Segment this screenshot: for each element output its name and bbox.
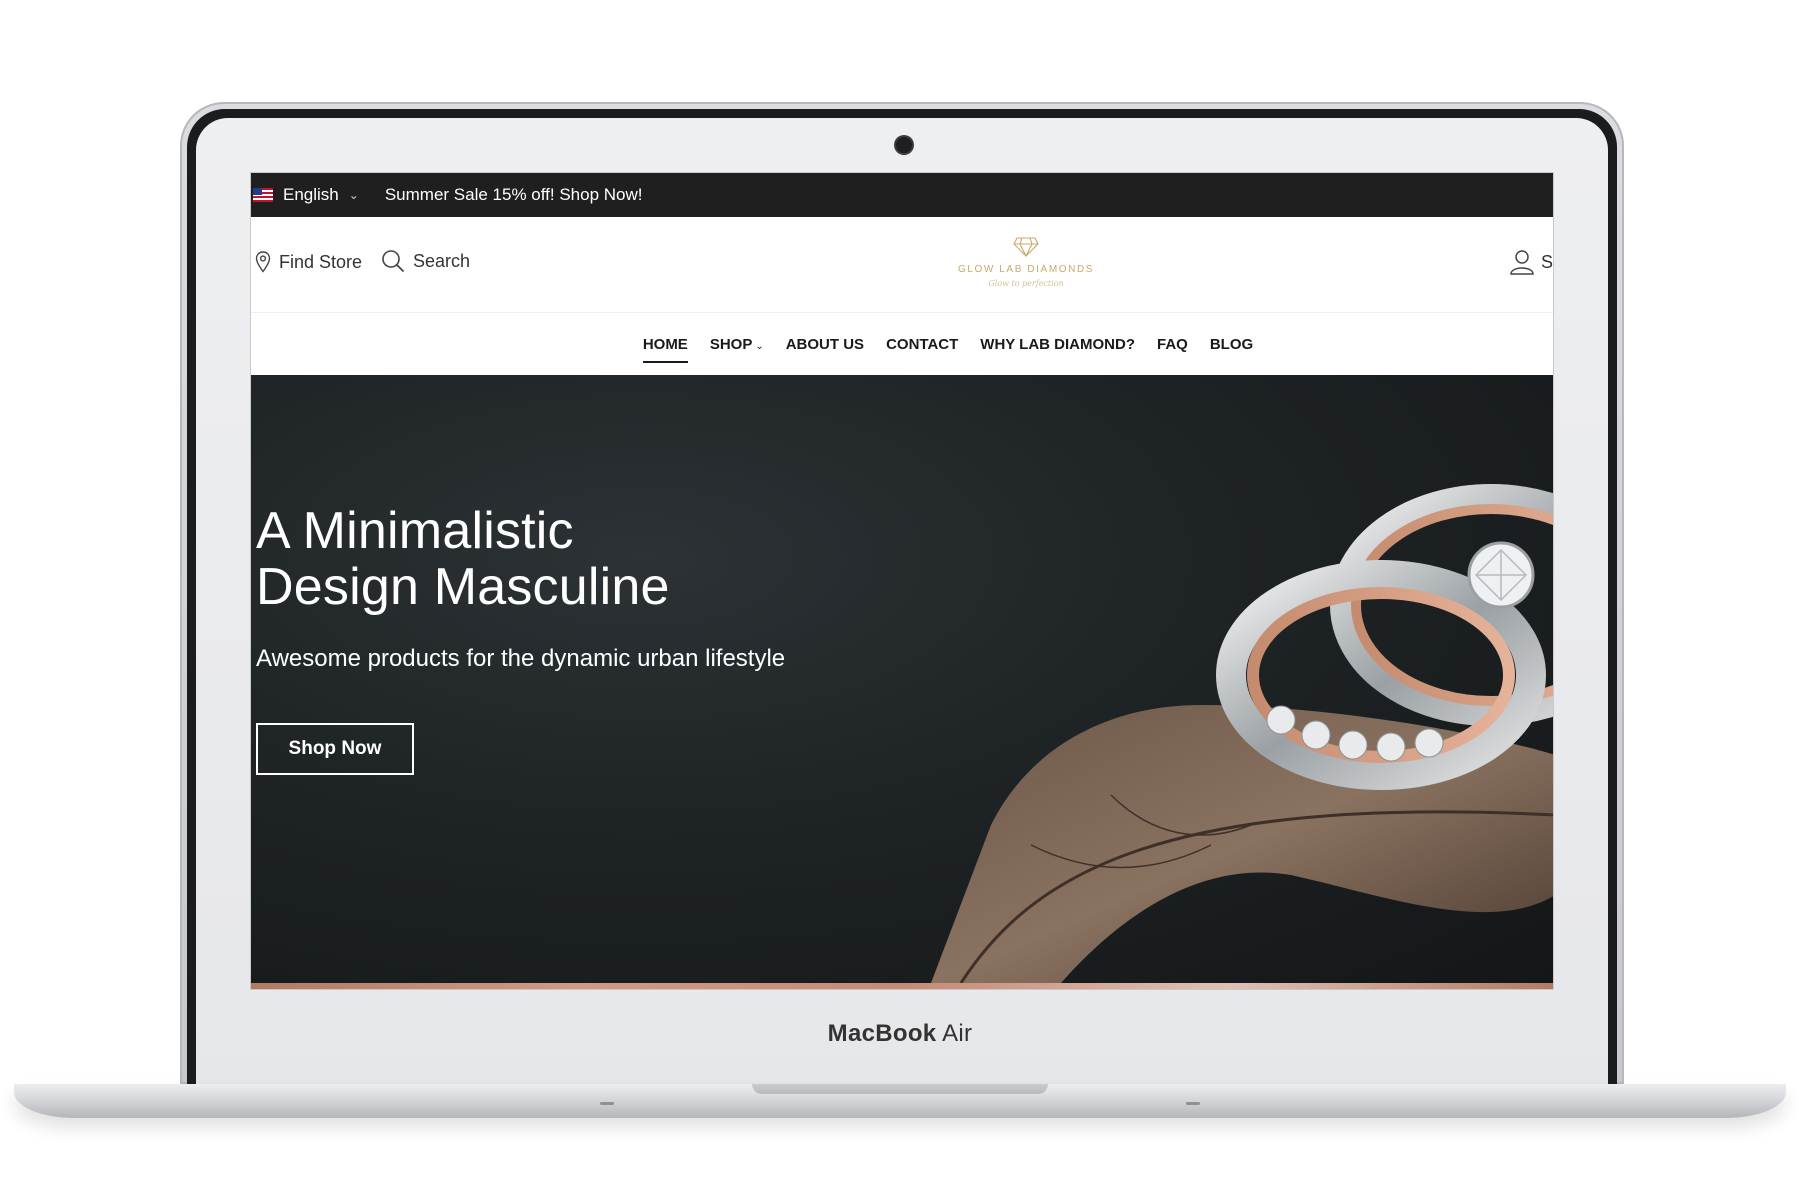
search-icon [382,250,405,273]
laptop-foot [1186,1102,1200,1105]
hero-title: A Minimalistic Design Masculine [256,503,670,615]
nav-item-label: ABOUT US [785,335,865,353]
user-icon [1510,250,1534,275]
search-button[interactable]: Search [381,249,470,273]
nav-item-label: CONTACT [886,335,959,353]
next-slide-strip [251,983,1553,989]
device-brand: MacBook [827,1020,937,1047]
promo-link[interactable]: Summer Sale 15% off! Shop Now! [385,185,643,205]
site-logo[interactable]: GLOW LAB DIAMONDS Glow to perfection [951,237,1101,301]
location-pin-icon [255,251,271,273]
account-label: S [1541,251,1554,272]
nav-item-shop[interactable]: SHOP ⌄ [710,330,764,359]
find-store-link[interactable]: Find Store [255,251,362,273]
camera-icon [896,137,912,153]
account-link[interactable]: S [1509,249,1553,275]
laptop-base-notch [752,1084,1048,1094]
hero-rings-image [931,484,1553,983]
nav-item-label: WHY LAB DIAMOND? [980,335,1135,353]
nav-item-about-us[interactable]: ABOUT US [786,330,864,359]
nav-item-why-lab-diamond[interactable]: WHY LAB DIAMOND? [980,330,1135,359]
nav-item-label: BLOG [1209,335,1254,353]
laptop-foot [600,1102,614,1105]
chevron-down-icon[interactable]: ⌄ [349,188,359,202]
device-model: Air [942,1020,973,1047]
nav-item-faq[interactable]: FAQ [1157,330,1188,359]
hero-title-line1: A Minimalistic [256,502,574,560]
device-brand-label: MacBook Air [700,1020,1100,1048]
nav-item-contact[interactable]: CONTACT [886,330,958,359]
logo-tagline: Glow to perfection [988,279,1064,288]
nav-item-blog[interactable]: BLOG [1210,330,1253,359]
search-label: Search [413,250,471,271]
hero-title-line2: Design Masculine [256,558,670,616]
nav-item-label: SHOP [709,335,753,353]
chevron-down-icon: ⌄ [755,340,764,352]
diamond-icon [1013,237,1039,258]
hero-subtitle: Awesome products for the dynamic urban l… [256,645,786,672]
nav-item-label: FAQ [1157,335,1188,353]
nav-item-label: HOME [642,335,688,353]
main-navigation: HOME SHOP ⌄ ABOUT US CONTACT WHY LAB DIAM… [251,313,1553,375]
announcement-bar: English ⌄ Summer Sale 15% off! Shop Now! [251,173,1553,217]
find-store-label: Find Store [279,251,363,272]
language-selector[interactable]: English [283,185,339,205]
site-header: Find Store Search GLOW LAB DIAMONDS Glow… [251,217,1553,313]
logo-text: GLOW LAB DIAMONDS [957,264,1095,275]
hero-banner: A Minimalistic Design Masculine Awesome p… [251,375,1553,983]
shop-now-button[interactable]: Shop Now [256,723,414,775]
us-flag-icon [253,188,273,202]
nav-item-home[interactable]: HOME [642,330,688,363]
screen: English ⌄ Summer Sale 15% off! Shop Now!… [250,172,1554,990]
